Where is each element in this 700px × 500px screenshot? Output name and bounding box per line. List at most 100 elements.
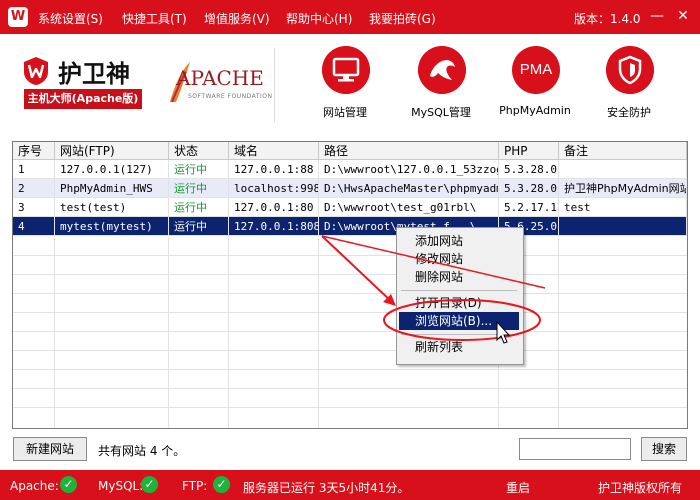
grid-line [54,238,55,428]
cell-note: test [559,198,687,217]
menu-add-site[interactable]: 添加网站 [399,232,519,250]
menu-value-added[interactable]: 增值服务(V) [204,10,270,27]
column-header-note[interactable]: 备注 [559,142,687,160]
close-button[interactable]: ✕ [670,5,696,27]
cell-index: 4 [13,217,55,236]
table-row[interactable]: 2 PhpMyAdmin_HWS 运行中 localhost:998 D:\Hw… [13,179,687,198]
apache-ok-icon: ✓ [60,476,77,493]
cell-domain: 127.0.0.1:80 [229,198,319,217]
copyright-label: 护卫神版权所有 [598,481,683,495]
cell-note: 护卫神PhpMyAdmin网站 [559,179,687,198]
cell-site: 127.0.0.1(127) [55,160,169,179]
menu-edit-site[interactable]: 修改网站 [399,250,519,268]
menu-help-center[interactable]: 帮助中心(H) [286,10,352,27]
website-management-button[interactable]: 网站管理 [300,46,390,124]
menu-feedback[interactable]: 我要拍砖(G) [369,10,436,27]
cell-site: PhpMyAdmin_HWS [55,179,169,198]
brand-name: 护卫神 [58,59,130,88]
grid-line [13,293,687,294]
grid-line [13,369,687,370]
website-management-label: 网站管理 [323,106,367,119]
menu-separator [401,334,517,335]
cell-php: 5.3.28.0 [499,160,559,179]
menu-open-directory[interactable]: 打开目录(D) [399,294,519,312]
cell-index: 1 [13,160,55,179]
grid-line [228,238,229,428]
grid-line [13,350,687,351]
minimize-button[interactable]: — [644,5,670,27]
mysql-status-label: MySQL: [98,479,144,493]
column-header-path[interactable]: 路径 [319,142,499,160]
status-bar: Apache: ✓ MySQL: ✓ FTP: ✓ 服务器已运行 3天5小时41… [0,470,700,500]
cell-status: 运行中 [169,179,229,198]
cell-php: 5.2.17.17 [499,198,559,217]
apache-logo-subtext: SOFTWARE FOUNDATION [188,93,273,100]
menu-quick-tools[interactable]: 快捷工具(T) [122,10,187,27]
cell-site: test(test) [55,198,169,217]
mysql-management-button[interactable]: MySQL管理 [396,46,486,124]
ftp-status-label: FTP: [182,479,208,493]
cell-status: 运行中 [169,160,229,179]
search-input[interactable] [519,438,631,460]
grid-line [168,238,169,428]
apache-status-label: Apache: [10,479,59,493]
phpmyadmin-button[interactable]: PMA PhpMyAdmin [490,46,580,124]
cell-domain: 127.0.0.1:8080 [229,217,319,236]
table-row[interactable]: 1 127.0.0.1(127) 运行中 127.0.0.1:88 D:\www… [13,160,687,179]
apache-logo-text: APACHE [176,66,264,90]
grid-line [558,238,559,428]
grid-line [13,255,687,256]
table-row[interactable]: 3 test(test) 运行中 127.0.0.1:80 D:\wwwroot… [13,198,687,217]
column-header-index[interactable]: 序号 [13,142,55,160]
new-site-button[interactable]: 新建网站 [13,437,87,461]
brand-subtitle: 主机大师(Apache版) [24,89,142,109]
cell-path: D:\wwwroot\127.0.0.1_53zzog\ [319,160,499,179]
column-header-site[interactable]: 网站(FTP) [55,142,169,160]
context-menu: 添加网站 修改网站 删除网站 打开目录(D) 浏览网站(B)... 刷新列表 [396,227,524,365]
site-table: 序号 网站(FTP) 状态 域名 路径 PHP 备注 1 127.0.0.1(1… [12,141,688,429]
cell-path: D:\wwwroot\test_g01rbl\ [319,198,499,217]
header-divider [274,48,275,122]
security-protection-button[interactable]: 安全防护 [584,46,674,124]
cell-index: 2 [13,179,55,198]
monitor-icon [322,46,370,94]
menu-browse-site[interactable]: 浏览网站(B)... [399,312,519,330]
menu-delete-site[interactable]: 删除网站 [399,268,519,286]
restart-button[interactable]: 重启 [506,479,530,496]
column-header-domain[interactable]: 域名 [229,142,319,160]
shield-icon [606,46,654,94]
menu-separator [401,290,517,291]
phpmyadmin-label: PhpMyAdmin [499,104,571,117]
ftp-ok-icon: ✓ [213,476,230,493]
column-header-status[interactable]: 状态 [169,142,229,160]
grid-line [13,388,687,389]
cell-domain: localhost:998 [229,179,319,198]
cell-php: 5.3.28.0 [499,179,559,198]
grid-line [13,331,687,332]
uptime-label: 服务器已运行 3天5小时41分。 [243,481,410,495]
grid-line [13,312,687,313]
cell-domain: 127.0.0.1:88 [229,160,319,179]
pma-icon: PMA [512,46,560,94]
cell-status: 运行中 [169,198,229,217]
table-row-selected[interactable]: 4 mytest(mytest) 运行中 127.0.0.1:8080 D:\w… [13,217,687,236]
cell-path: D:\HwsApacheMaster\phpmyadmin [319,179,499,198]
brand-shield-icon [24,57,48,85]
grid-line [318,238,319,428]
version-label: 版本：1.4.0 [574,12,641,26]
menu-system-settings[interactable]: 系统设置(S) [38,10,103,27]
title-bar: W 系统设置(S) 快捷工具(T) 增值服务(V) 帮助中心(H) 我要拍砖(G… [0,0,700,34]
cell-status: 运行中 [169,217,229,236]
column-header-php[interactable]: PHP [499,142,559,160]
mysql-ok-icon: ✓ [141,476,158,493]
cell-site: mytest(mytest) [55,217,169,236]
site-count-label: 共有网站 4 个。 [98,444,186,458]
cell-index: 3 [13,198,55,217]
security-protection-label: 安全防护 [607,106,651,119]
cell-note [559,217,687,236]
mysql-management-label: MySQL管理 [411,106,471,119]
mysql-dolphin-icon [418,46,466,94]
grid-line [13,407,687,408]
menu-refresh-list[interactable]: 刷新列表 [399,338,519,356]
search-button[interactable]: 搜索 [641,437,687,461]
